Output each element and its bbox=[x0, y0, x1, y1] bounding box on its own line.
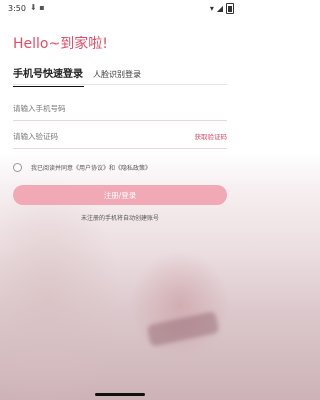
background-photo-arm bbox=[0, 175, 120, 400]
phone-field bbox=[13, 98, 227, 121]
download-icon: ⬇ ▪ bbox=[30, 3, 45, 12]
code-input[interactable] bbox=[13, 126, 163, 146]
home-indicator[interactable] bbox=[95, 393, 145, 396]
agreement-prefix: 我已阅读并同意 bbox=[31, 164, 74, 172]
agree-checkbox[interactable] bbox=[13, 162, 22, 172]
register-login-button[interactable]: 注册/登录 bbox=[13, 185, 227, 205]
phone-input[interactable] bbox=[13, 98, 163, 118]
tab-sms-login[interactable]: 手机号快速登录 bbox=[13, 66, 87, 87]
background-photo-hand bbox=[130, 250, 230, 360]
phone-underline bbox=[13, 120, 227, 121]
background-photo-phone bbox=[146, 310, 220, 348]
signal-icon: ◢ bbox=[216, 4, 223, 13]
battery-icon bbox=[226, 3, 234, 14]
tab-face-login[interactable]: 人脸识别登录 bbox=[93, 66, 141, 86]
wifi-icon: ▾ bbox=[209, 4, 214, 13]
status-bar: 3:50 ⬇ ▪ ▾ ◢ bbox=[0, 0, 240, 20]
code-underline bbox=[13, 148, 227, 149]
status-time: 3:50 bbox=[8, 4, 26, 13]
user-agreement-link[interactable]: 《用户协议》 bbox=[73, 163, 109, 172]
code-field: 获取验证码 bbox=[13, 126, 228, 149]
gesture-nav-bar bbox=[0, 388, 240, 400]
tabs-divider bbox=[13, 84, 227, 85]
auto-register-hint: 未注册的手机将自动创建账号 bbox=[80, 215, 159, 222]
greeting-title: Hello~到家啦! bbox=[13, 36, 108, 52]
status-icons: ▾ ◢ bbox=[210, 3, 234, 14]
get-code-button[interactable]: 获取验证码 bbox=[195, 131, 228, 141]
login-tabs: 手机号快速登录 人脸识别登录 bbox=[13, 66, 227, 87]
agreement-row: 我已阅读并同意 《用户协议》 和 《隐私政策》 bbox=[13, 161, 151, 173]
privacy-policy-link[interactable]: 《隐私政策》 bbox=[115, 163, 151, 172]
